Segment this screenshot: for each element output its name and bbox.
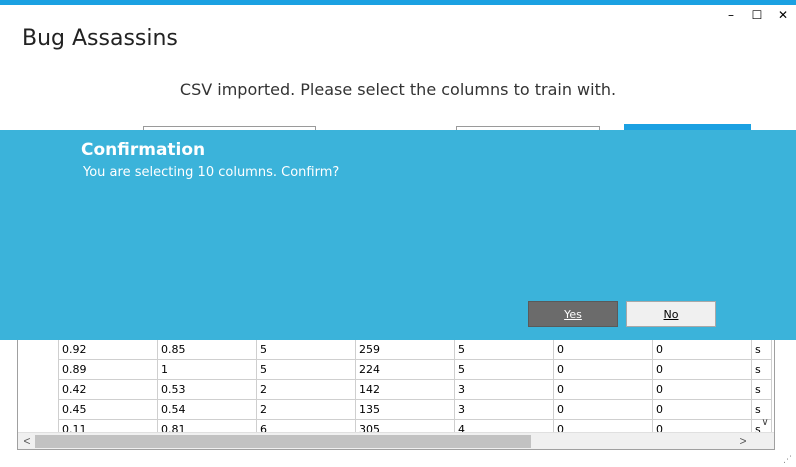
table-cell[interactable]: 2 bbox=[257, 380, 356, 400]
table-cell[interactable]: 0.45 bbox=[59, 400, 158, 420]
scroll-right-icon[interactable]: > bbox=[736, 434, 750, 449]
maximize-button[interactable]: ☐ bbox=[744, 6, 770, 24]
scroll-down-icon[interactable]: ∨ bbox=[758, 416, 772, 430]
row-header[interactable] bbox=[18, 400, 59, 420]
table-cell[interactable]: 5 bbox=[257, 360, 356, 380]
table-cell[interactable]: 0 bbox=[554, 380, 653, 400]
table-row[interactable]: 0.45 0.54 2 135 3 0 0 s bbox=[18, 400, 772, 420]
table-cell[interactable]: 0 bbox=[554, 420, 653, 432]
table-cell[interactable]: 0 bbox=[554, 360, 653, 380]
horizontal-scrollbar[interactable]: < > bbox=[18, 432, 774, 449]
table-cell[interactable]: 0 bbox=[653, 380, 752, 400]
table-cell[interactable]: 5 bbox=[257, 340, 356, 360]
table-cell[interactable]: 0.42 bbox=[59, 380, 158, 400]
grid-rows: 0.92 0.85 5 259 5 0 0 s 0.89 1 5 224 5 0 0 s 0.42 0.53 2 14… bbox=[18, 340, 774, 432]
table-cell[interactable]: 259 bbox=[356, 340, 455, 360]
table-cell[interactable]: 0 bbox=[653, 360, 752, 380]
scrollbar-thumb[interactable] bbox=[35, 435, 531, 448]
app-title: Bug Assassins bbox=[22, 26, 178, 51]
table-cell[interactable]: 1 bbox=[158, 360, 257, 380]
resize-grip-icon[interactable]: ⋰ bbox=[783, 455, 792, 465]
table-cell[interactable]: 142 bbox=[356, 380, 455, 400]
table-row[interactable]: 0.42 0.53 2 142 3 0 0 s bbox=[18, 380, 772, 400]
table-cell[interactable]: 4 bbox=[455, 420, 554, 432]
table-cell[interactable]: 2 bbox=[257, 400, 356, 420]
row-header[interactable] bbox=[18, 360, 59, 380]
table-cell[interactable]: 5 bbox=[455, 360, 554, 380]
table-row[interactable]: 0.89 1 5 224 5 0 0 s bbox=[18, 360, 772, 380]
no-button[interactable]: No bbox=[626, 301, 716, 327]
table-cell[interactable]: 0.53 bbox=[158, 380, 257, 400]
close-button[interactable]: ✕ bbox=[770, 6, 796, 24]
row-header[interactable] bbox=[18, 380, 59, 400]
table-cell[interactable]: 0.81 bbox=[158, 420, 257, 432]
table-cell[interactable]: 0 bbox=[554, 340, 653, 360]
yes-button[interactable]: Yes bbox=[528, 301, 618, 327]
table-cell[interactable]: 0 bbox=[653, 420, 752, 432]
table-cell[interactable]: 0.85 bbox=[158, 340, 257, 360]
table-cell[interactable]: 0.11 bbox=[59, 420, 158, 432]
table-cell[interactable]: 0.89 bbox=[59, 360, 158, 380]
row-header[interactable] bbox=[18, 340, 59, 360]
table-cell[interactable]: 5 bbox=[455, 340, 554, 360]
table-cell[interactable]: s bbox=[752, 340, 772, 360]
table-cell[interactable]: 0.92 bbox=[59, 340, 158, 360]
table-row[interactable]: 0.92 0.85 5 259 5 0 0 s bbox=[18, 340, 772, 360]
window-accent-strip bbox=[0, 0, 796, 5]
table-row[interactable]: 0.11 0.81 6 305 4 0 0 s bbox=[18, 420, 772, 432]
window-controls: – ☐ ✕ bbox=[718, 6, 796, 24]
instruction-text: CSV imported. Please select the columns … bbox=[179, 80, 617, 99]
table-cell[interactable]: 0 bbox=[653, 340, 752, 360]
table-cell[interactable]: 0 bbox=[653, 400, 752, 420]
table-cell[interactable]: s bbox=[752, 360, 772, 380]
table-cell[interactable]: 0.54 bbox=[158, 400, 257, 420]
table-cell[interactable]: 6 bbox=[257, 420, 356, 432]
table-cell[interactable]: 3 bbox=[455, 400, 554, 420]
table-cell[interactable]: 3 bbox=[455, 380, 554, 400]
scroll-left-icon[interactable]: < bbox=[20, 434, 34, 449]
confirmation-dialog: Confirmation You are selecting 10 column… bbox=[0, 130, 796, 340]
row-header[interactable] bbox=[18, 420, 59, 432]
data-grid: 0.92 0.85 5 259 5 0 0 s 0.89 1 5 224 5 0 0 s 0.42 0.53 2 14… bbox=[17, 340, 775, 450]
minimize-button[interactable]: – bbox=[718, 6, 744, 24]
table-cell[interactable]: 135 bbox=[356, 400, 455, 420]
dialog-message: You are selecting 10 columns. Confirm? bbox=[83, 165, 340, 180]
app-window: – ☐ ✕ Bug Assassins CSV imported. Please… bbox=[0, 0, 796, 467]
dialog-title: Confirmation bbox=[81, 140, 206, 160]
table-cell[interactable]: 0 bbox=[554, 400, 653, 420]
table-cell[interactable]: 224 bbox=[356, 360, 455, 380]
table-cell[interactable]: 305 bbox=[356, 420, 455, 432]
table-cell[interactable]: s bbox=[752, 380, 772, 400]
